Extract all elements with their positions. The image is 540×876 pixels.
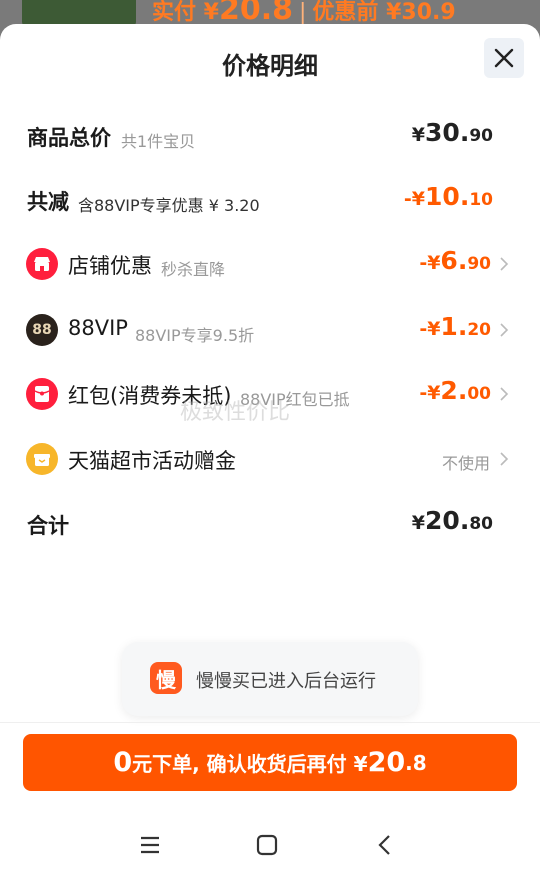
back-button[interactable] — [370, 830, 400, 860]
row-label: 共减 — [27, 190, 69, 214]
row-label: 合计 — [27, 514, 69, 538]
vip88-icon: 88 — [26, 314, 58, 346]
chevron-right-icon — [500, 452, 509, 466]
row-amount: -¥6.90 — [419, 246, 491, 275]
row-label: 店铺优惠 — [68, 254, 152, 278]
background-price: 实付 ¥20.8 | 优惠前 ¥30.9 — [152, 0, 456, 27]
row-goods-total: 商品总价 共1件宝贝 ¥30.90 — [0, 116, 540, 156]
row-tmall-bonus[interactable]: 天猫超市活动赠金 不使用 — [0, 439, 540, 479]
row-amount: ¥30.90 — [411, 118, 493, 147]
home-button[interactable] — [252, 830, 282, 860]
home-square-icon — [256, 834, 278, 856]
row-label: 88VIP — [68, 316, 128, 340]
menu-icon — [141, 836, 159, 854]
close-button[interactable] — [484, 38, 524, 78]
chevron-right-icon — [500, 257, 509, 271]
unused-label: 不使用 — [441, 454, 490, 473]
row-sum: 合计 ¥20.80 — [0, 504, 540, 544]
chevron-right-icon — [500, 323, 509, 337]
price-detail-sheet: 价格明细 商品总价 共1件宝贝 ¥30.90 共减 含88VIP专享优惠 ¥ 3… — [0, 24, 540, 876]
toast-text: 慢慢买已进入后台运行 — [196, 671, 376, 692]
close-icon — [494, 48, 514, 68]
row-amount: -¥10.10 — [403, 182, 493, 211]
row-total-discount: 共减 含88VIP专享优惠 ¥ 3.20 -¥10.10 — [0, 180, 540, 220]
watermark: 极致性价比 — [180, 400, 291, 425]
row-amount: ¥20.80 — [411, 506, 493, 535]
system-nav-bar — [0, 816, 540, 876]
app-logo-icon: 慢 — [150, 662, 182, 694]
recent-apps-button[interactable] — [135, 830, 165, 860]
row-shop-discount[interactable]: 店铺优惠 秒杀直降 -¥6.90 — [0, 244, 540, 284]
divider — [0, 722, 540, 723]
row-88vip[interactable]: 88 88VIP 88VIP专享9.5折 -¥1.20 — [0, 310, 540, 350]
gift-box-icon — [26, 443, 58, 475]
row-sub: 含88VIP专享优惠 ¥ 3.20 — [78, 196, 260, 215]
row-sub: 88VIP专享9.5折 — [135, 326, 255, 345]
product-thumbnail — [22, 0, 136, 26]
shop-icon — [26, 248, 58, 280]
row-sub: 共1件宝贝 — [121, 132, 196, 151]
chevron-right-icon — [500, 387, 509, 401]
row-amount: -¥1.20 — [419, 312, 491, 341]
row-label: 商品总价 — [27, 126, 111, 150]
row-sub: 秒杀直降 — [161, 260, 226, 279]
back-chevron-icon — [378, 835, 390, 855]
red-packet-icon — [26, 378, 58, 410]
background-running-toast: 慢 慢慢买已进入后台运行 — [122, 642, 418, 716]
place-order-button[interactable]: 0 元下单, 确认收货后再付 ¥ 20 .8 — [23, 734, 517, 791]
row-amount: -¥2.00 — [419, 376, 491, 405]
sheet-title: 价格明细 — [222, 52, 318, 80]
row-label: 天猫超市活动赠金 — [68, 449, 236, 473]
